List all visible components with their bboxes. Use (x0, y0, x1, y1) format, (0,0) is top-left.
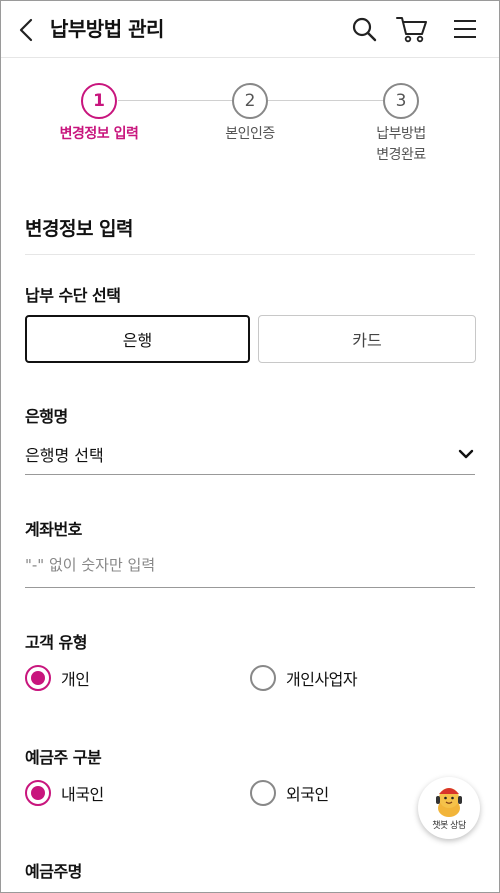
chevron-down-icon (458, 449, 474, 459)
payment-option-bank[interactable]: 은행 (25, 315, 250, 363)
radio-business[interactable]: 개인사업자 (250, 665, 358, 691)
section-divider (25, 254, 475, 255)
step-3-circle: 3 (383, 83, 419, 119)
cart-button[interactable] (395, 14, 429, 44)
radio-business-label: 개인사업자 (286, 670, 358, 689)
menu-button[interactable] (450, 14, 480, 44)
step-1-label: 변경정보 입력 (59, 126, 139, 142)
app-header: 납부방법 관리 (0, 0, 500, 58)
chatbot-button[interactable]: 챗봇 상담 (418, 777, 480, 839)
chevron-left-icon (19, 18, 33, 42)
page-title: 납부방법 관리 (50, 17, 164, 41)
step-2-circle: 2 (232, 83, 268, 119)
account-number-label: 계좌번호 (25, 520, 82, 539)
radio-unchecked-icon (250, 665, 276, 691)
payment-option-card[interactable]: 카드 (258, 315, 476, 363)
radio-domestic[interactable]: 내국인 (25, 780, 104, 806)
bank-name-label: 은행명 (25, 407, 68, 426)
bank-select-value: 은행명 선택 (25, 446, 104, 465)
step-1-circle: 1 (81, 83, 117, 119)
radio-checked-icon (25, 665, 51, 691)
section-title: 변경정보 입력 (25, 218, 134, 240)
step-connector (268, 100, 384, 101)
radio-individual-label: 개인 (61, 670, 90, 689)
depositor-name-label: 예금주명 (25, 862, 82, 881)
payment-method-label: 납부 수단 선택 (25, 286, 121, 305)
step-3-label-line1: 납부방법 (376, 126, 426, 142)
back-button[interactable] (14, 16, 38, 44)
radio-foreigner[interactable]: 외국인 (250, 780, 329, 806)
radio-domestic-label: 내국인 (61, 785, 104, 804)
cart-icon (396, 17, 427, 43)
customer-type-label: 고객 유형 (25, 633, 87, 652)
step-3-label: 납부방법 변경완료 (341, 124, 461, 166)
bank-select[interactable]: 은행명 선택 (25, 437, 475, 475)
step-2-label: 본인인증 (225, 126, 275, 142)
depositor-type-label: 예금주 구분 (25, 748, 102, 767)
account-number-input[interactable] (25, 550, 475, 580)
chatbot-mascot-icon (436, 782, 462, 817)
radio-individual[interactable]: 개인 (25, 665, 90, 691)
radio-unchecked-icon (250, 780, 276, 806)
step-connector (118, 100, 234, 101)
step-3-label-line2: 변경완료 (376, 147, 426, 163)
chatbot-label: 챗봇 상담 (432, 821, 466, 831)
search-icon (352, 17, 377, 42)
account-number-field-wrap (25, 550, 475, 588)
search-button[interactable] (349, 14, 379, 44)
hamburger-menu-icon (454, 20, 476, 38)
radio-checked-icon (25, 780, 51, 806)
radio-foreigner-label: 외국인 (286, 785, 329, 804)
